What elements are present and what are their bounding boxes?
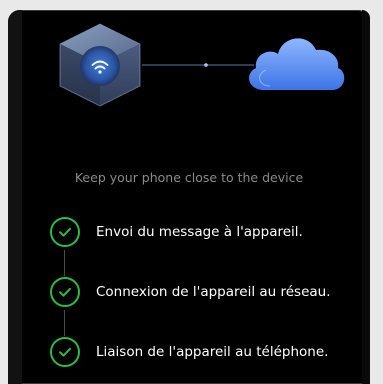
check-icon xyxy=(50,217,80,247)
instruction-text: Keep your phone close to the device xyxy=(74,170,304,185)
step-label: Envoi du message à l'appareil. xyxy=(96,224,303,240)
wifi-device-cube-icon xyxy=(59,23,141,107)
cloud-icon xyxy=(249,38,345,90)
step-item-send-message: Envoi du message à l'appareil. xyxy=(50,214,360,250)
step-connector xyxy=(64,310,65,336)
setup-panel: Keep your phone close to the device Envo… xyxy=(8,10,370,384)
step-connector xyxy=(64,250,65,276)
device-cloud-illustration xyxy=(59,23,345,107)
screen: Keep your phone close to the device Envo… xyxy=(0,0,383,384)
step-label: Liaison de l'appareil au téléphone. xyxy=(96,344,329,360)
check-icon xyxy=(50,337,80,367)
step-label: Connexion de l'appareil au réseau. xyxy=(96,284,331,300)
connection-beam xyxy=(142,63,254,67)
step-item-link-phone: Liaison de l'appareil au téléphone. xyxy=(50,334,360,370)
step-item-connect-network: Connexion de l'appareil au réseau. xyxy=(50,274,360,310)
check-icon xyxy=(50,277,80,307)
